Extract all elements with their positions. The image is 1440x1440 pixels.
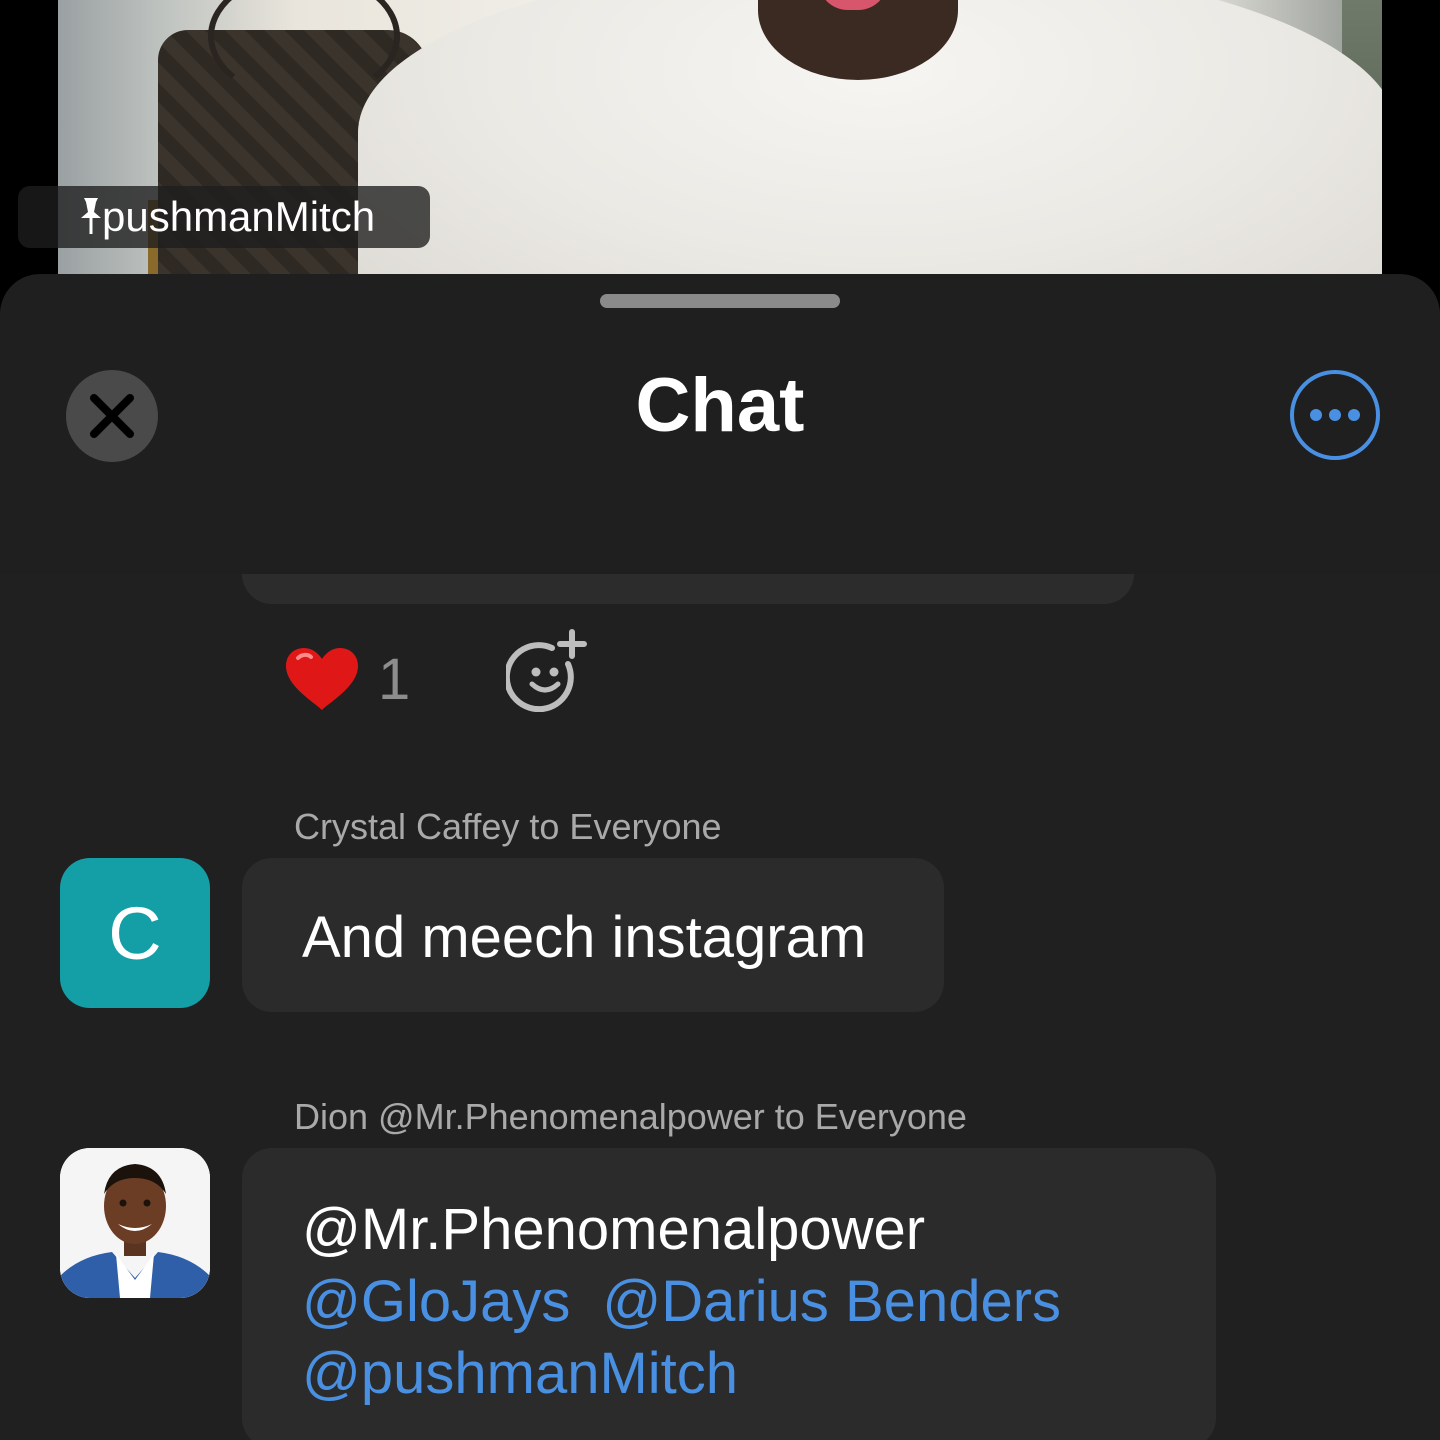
message-line: @GloJays @Darius Benders [302, 1266, 1216, 1338]
message-reactions: 1 [284, 629, 587, 724]
more-options-button[interactable] [1290, 370, 1380, 460]
participant-name: pushmanMitch [102, 193, 376, 240]
sheet-drag-handle[interactable] [600, 294, 840, 308]
message-bubble[interactable]: And meech instagram [242, 858, 944, 1012]
mention[interactable]: @Mr.Phenomenalpower [302, 1197, 925, 1262]
chat-title: Chat [635, 363, 805, 448]
pin-icon [81, 198, 101, 234]
message-text: And meech instagram [302, 905, 867, 970]
heart-reaction-icon[interactable] [284, 646, 360, 712]
add-reaction-button[interactable] [503, 628, 590, 713]
chat-header: Chat [0, 344, 1440, 574]
reaction-count: 1 [378, 646, 411, 712]
message-list[interactable]: 1 Crystal Caffey to Everyone C And meech… [0, 574, 1440, 1440]
message-sender: Crystal Caffey to Everyone [294, 806, 722, 847]
ellipsis-icon [1310, 409, 1360, 421]
previous-message-bubble [242, 574, 1134, 604]
message-line: @Mr.Phenomenalpower [302, 1194, 1216, 1266]
participant-name-tag: pushmanMitch [18, 186, 430, 248]
mention-link[interactable]: @Darius Benders [602, 1269, 1061, 1334]
mention-link[interactable]: @GloJays [302, 1269, 570, 1334]
message-text: @Mr.Phenomenalpower @GloJays @Darius Bend… [302, 1194, 1216, 1410]
message-line: @pushmanMitch [302, 1338, 1216, 1410]
message-bubble[interactable]: @Mr.Phenomenalpower @GloJays @Darius Bend… [242, 1148, 1216, 1440]
chat-sheet: 1 Crystal Caffey to Everyone C And meech… [0, 274, 1440, 1440]
close-icon [90, 394, 134, 438]
profile-photo [60, 1148, 210, 1298]
avatar-photo[interactable] [60, 1148, 210, 1298]
close-button[interactable] [66, 370, 158, 462]
avatar-letter: C [108, 891, 162, 975]
add-emoji-icon [503, 629, 587, 713]
message-sender: Dion @Mr.Phenomenalpower to Everyone [294, 1096, 967, 1137]
mention-link[interactable]: @pushmanMitch [302, 1341, 738, 1406]
avatar[interactable]: C [60, 858, 210, 1008]
